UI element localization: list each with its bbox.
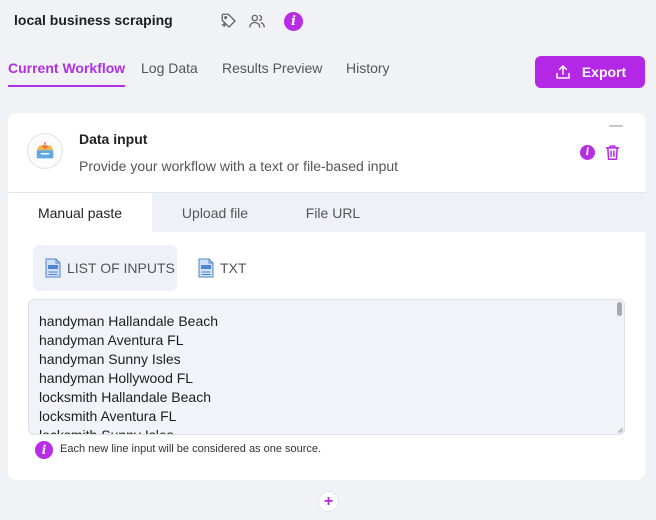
inbox-icon (36, 142, 54, 159)
trash-icon[interactable] (605, 144, 620, 161)
hint-text: Each new line input will be considered a… (60, 443, 322, 455)
add-step-button[interactable]: + (318, 491, 339, 512)
step-info-glyph: i (585, 147, 590, 158)
input-line: locksmith Sunny Isles (39, 427, 174, 435)
format-txt-label: TXT (220, 260, 247, 276)
input-lines: handyman Hallandale Beach handyman Aventu… (39, 312, 219, 435)
tab-current-workflow[interactable]: Current Workflow (8, 60, 126, 87)
input-line: handyman Hollywood FL (39, 370, 194, 386)
step-description: Provide your workflow with a text or fil… (79, 158, 399, 174)
input-method-tabs: Manual paste Upload file File URL (8, 192, 645, 233)
list-doc-icon (45, 258, 61, 278)
header-bar: local business scraping i (0, 0, 656, 44)
input-line: handyman Hallandale Beach (39, 313, 219, 329)
step-title: Data input (79, 131, 148, 147)
collapse-handle[interactable] (609, 125, 623, 127)
step-info-icon[interactable]: i (580, 145, 595, 160)
format-txt-button[interactable]: TXT (186, 245, 266, 291)
format-list-of-inputs-button[interactable]: LIST OF INPUTS (33, 245, 177, 291)
input-line: handyman Sunny Isles (39, 351, 181, 367)
resize-grip-icon[interactable] (617, 427, 623, 433)
input-line: locksmith Hallandale Beach (39, 389, 211, 405)
upload-icon (556, 65, 570, 79)
data-input-card: Data input Provide your workflow with a … (8, 113, 645, 480)
export-button[interactable]: Export (535, 56, 645, 88)
subtab-file-url[interactable]: File URL (280, 193, 386, 233)
workflow-title[interactable]: local business scraping (14, 12, 173, 28)
subtab-upload-file[interactable]: Upload file (160, 193, 270, 233)
textarea-scrollbar[interactable] (617, 302, 622, 316)
subtab-manual-paste[interactable]: Manual paste (8, 193, 152, 233)
users-icon[interactable] (248, 12, 266, 30)
tag-icon[interactable] (220, 12, 238, 30)
hint-info-glyph: i (41, 443, 47, 457)
format-list-label: LIST OF INPUTS (67, 260, 175, 276)
hint-info-icon: i (35, 441, 53, 459)
input-line: locksmith Aventura FL (39, 408, 177, 424)
info-glyph: i (291, 14, 296, 29)
input-line: handyman Aventura FL (39, 332, 184, 348)
data-input-logo (27, 133, 63, 169)
main-tabs: Current Workflow Log Data Results Previe… (0, 56, 520, 92)
export-label: Export (581, 64, 627, 80)
tab-log-data[interactable]: Log Data (141, 60, 198, 85)
txt-doc-icon (198, 258, 214, 278)
manual-input-textarea[interactable]: handyman Hallandale Beach handyman Aventu… (28, 299, 625, 435)
tab-results-preview[interactable]: Results Preview (222, 60, 322, 85)
plus-icon: + (323, 492, 334, 510)
info-icon[interactable]: i (284, 12, 303, 31)
tab-history[interactable]: History (346, 60, 390, 85)
